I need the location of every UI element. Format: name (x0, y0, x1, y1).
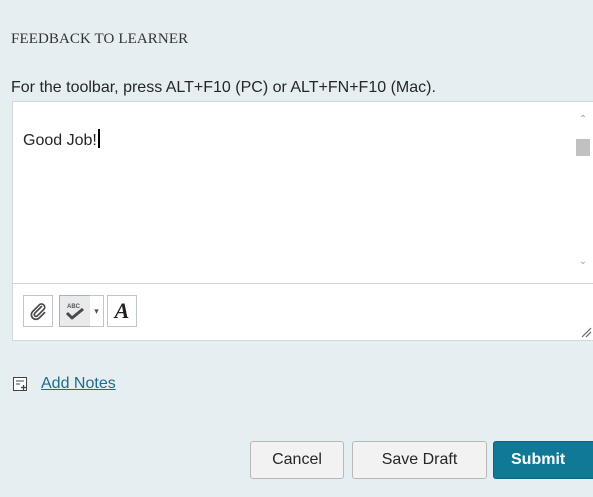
font-style-icon: A (114, 298, 130, 323)
toolbar-hint-text: For the toolbar, press ALT+F10 (PC) or A… (11, 79, 436, 96)
scroll-up-icon[interactable]: ⌃ (573, 112, 593, 128)
editor-content: Good Job! (23, 132, 97, 149)
spellcheck-icon: ABC (65, 304, 84, 320)
save-draft-button[interactable]: Save Draft (352, 441, 487, 479)
add-notes-link[interactable]: Add Notes (41, 375, 116, 393)
submit-button[interactable]: Submit (493, 441, 593, 479)
scroll-down-icon[interactable]: ⌄ (573, 254, 593, 270)
editor-toolbar: ABC ▾ A (13, 283, 593, 341)
paperclip-icon (30, 303, 46, 321)
feedback-heading: FEEDBACK TO LEARNER (11, 31, 189, 47)
add-notes: Add Notes (13, 375, 116, 393)
svg-text:ABC: ABC (67, 304, 81, 310)
resize-grip-icon[interactable] (580, 326, 592, 338)
text-caret (97, 129, 100, 148)
editor-text-area[interactable]: Good Job! (23, 129, 100, 150)
spellcheck-dropdown-button[interactable]: ▾ (90, 295, 104, 327)
attach-file-button[interactable] (23, 295, 53, 327)
spellcheck-button[interactable]: ABC (59, 295, 91, 327)
font-style-button[interactable]: A (107, 295, 137, 327)
scroll-thumb[interactable] (576, 139, 590, 156)
editor-scrollbar[interactable]: ⌃ ⌄ (573, 102, 593, 280)
feedback-editor[interactable]: Good Job! ⌃ ⌄ ABC ▾ A (12, 101, 593, 341)
add-note-icon[interactable] (13, 376, 28, 392)
cancel-button[interactable]: Cancel (250, 441, 344, 479)
chevron-down-icon: ▾ (94, 305, 99, 316)
